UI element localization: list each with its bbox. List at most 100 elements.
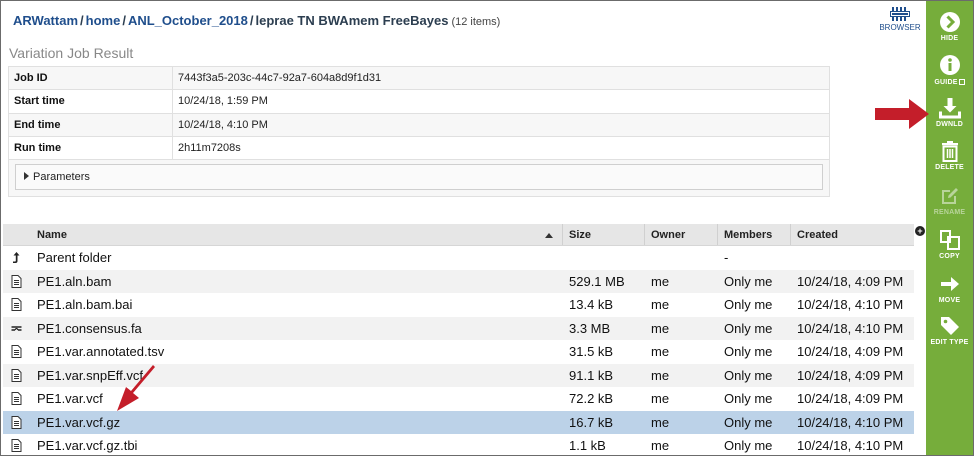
file-members: - bbox=[724, 250, 729, 265]
file-owner: me bbox=[651, 297, 670, 312]
file-owner: me bbox=[651, 391, 670, 406]
file-created: 10/24/18, 4:10 PM bbox=[797, 320, 904, 336]
copy-button[interactable]: COPY bbox=[926, 229, 973, 260]
file-row[interactable]: PE1.aln.bam.bai 13.4 kB me Only me 10/24… bbox=[3, 293, 914, 317]
parameters-toggle[interactable]: Parameters bbox=[15, 164, 823, 191]
parent-folder-row[interactable]: Parent folder - bbox=[3, 246, 914, 270]
file-name: PE1.consensus.fa bbox=[37, 320, 142, 336]
hide-label: HIDE bbox=[940, 35, 959, 42]
breadcrumb-separator: / bbox=[122, 13, 126, 28]
column-header-name[interactable]: Name bbox=[3, 224, 563, 245]
breadcrumb-separator: / bbox=[249, 13, 254, 28]
file-size: 72.2 kB bbox=[569, 391, 614, 406]
download-button[interactable]: DWNLD bbox=[926, 97, 973, 128]
copy-icon bbox=[939, 230, 960, 250]
job-value: 10/24/18, 1:59 PM bbox=[172, 89, 830, 114]
job-details-table: Job ID 7443f3a5-203c-44c7-92a7-604a8d9f1… bbox=[8, 65, 830, 198]
guide-button[interactable]: GUIDE bbox=[926, 54, 973, 86]
breadcrumb: ARWattam / home / ANL_October_2018/leprae TN… bbox=[13, 13, 500, 28]
job-row: Run time 2h11m7208s bbox=[8, 135, 830, 161]
breadcrumb-separator: / bbox=[80, 13, 84, 28]
edit-type-button[interactable]: EDIT TYPE bbox=[926, 315, 973, 346]
file-members: Only me bbox=[724, 344, 773, 359]
job-row: Job ID 7443f3a5-203c-44c7-92a7-604a8d9f1… bbox=[8, 65, 830, 91]
copy-label: COPY bbox=[939, 253, 960, 260]
browser-icon bbox=[890, 7, 910, 21]
file-size: 31.5 kB bbox=[569, 344, 614, 359]
file-row[interactable]: PE1.var.annotated.tsv 31.5 kB me Only me… bbox=[3, 340, 914, 364]
workspace-panel: ARWattam / home / ANL_October_2018/leprae TN… bbox=[1, 1, 973, 455]
column-header-size[interactable]: Size bbox=[563, 224, 645, 245]
column-header-members[interactable]: Members bbox=[718, 224, 791, 245]
file-row[interactable]: PE1.var.vcf.gz.tbi 1.1 kB me Only me 10/… bbox=[3, 434, 914, 455]
file-owner: me bbox=[651, 344, 670, 359]
file-name: PE1.var.vcf.gz.tbi bbox=[37, 438, 138, 453]
file-size: 3.3 MB bbox=[569, 320, 611, 336]
file-created: 10/24/18, 4:09 PM bbox=[797, 273, 904, 289]
file-members: Only me bbox=[724, 320, 773, 336]
file-name: PE1.var.vcf bbox=[37, 391, 103, 406]
file-row[interactable]: PE1.aln.bam 529.1 MB me Only me 10/24/18… bbox=[3, 269, 914, 293]
hide-button[interactable]: HIDE bbox=[926, 11, 973, 42]
file-members: Only me bbox=[724, 391, 773, 406]
file-created: 10/24/18, 4:09 PM bbox=[797, 344, 904, 359]
rename-label: RENAME bbox=[933, 209, 966, 216]
info-icon bbox=[939, 55, 960, 75]
breadcrumb-home[interactable]: home bbox=[86, 13, 121, 28]
file-name: Parent folder bbox=[37, 250, 112, 265]
file-name: PE1.var.annotated.tsv bbox=[37, 344, 165, 359]
file-members: Only me bbox=[724, 414, 773, 430]
rename-button[interactable]: RENAME bbox=[926, 185, 973, 216]
file-created: 10/24/18, 4:09 PM bbox=[797, 367, 904, 383]
breadcrumb-current: leprae TN BWAmem FreeBayes bbox=[255, 13, 449, 28]
file-size: 13.4 kB bbox=[569, 297, 614, 312]
column-header-created[interactable]: Created bbox=[791, 224, 914, 245]
browser-button[interactable]: BROWSER bbox=[875, 7, 925, 39]
external-link-icon bbox=[958, 79, 965, 85]
item-count: (12 items) bbox=[451, 16, 501, 28]
file-owner: me bbox=[651, 273, 670, 289]
file-created bbox=[791, 246, 914, 270]
job-key: Run time bbox=[8, 135, 173, 161]
job-row: Start time 10/24/18, 1:59 PM bbox=[8, 89, 830, 114]
sort-ascending-icon[interactable] bbox=[545, 233, 553, 238]
file-name: PE1.aln.bam.bai bbox=[37, 297, 133, 312]
file-size: 1.1 kB bbox=[569, 438, 606, 453]
file-name: PE1.var.snpEff.vcf bbox=[37, 367, 143, 383]
edit-icon bbox=[941, 188, 958, 204]
file-size: 16.7 kB bbox=[569, 414, 614, 430]
job-key: Start time bbox=[8, 89, 173, 114]
parameters-row: Parameters bbox=[8, 159, 830, 198]
breadcrumb-user[interactable]: ARWattam bbox=[13, 13, 78, 28]
file-grid-header: Name Size Owner Members Created bbox=[3, 224, 914, 246]
file-owner: me bbox=[651, 438, 670, 453]
file-created: 10/24/18, 4:10 PM bbox=[797, 438, 904, 453]
delete-button[interactable]: DELETE bbox=[926, 140, 973, 171]
job-result-title: Variation Job Result bbox=[9, 45, 134, 61]
file-members: Only me bbox=[724, 273, 773, 289]
move-button[interactable]: MOVE bbox=[926, 273, 973, 304]
file-members: Only me bbox=[724, 297, 773, 312]
file-size bbox=[563, 246, 645, 270]
edit-type-label: EDIT TYPE bbox=[930, 339, 969, 346]
parameters-label: Parameters bbox=[33, 171, 90, 184]
arrow-right-icon bbox=[940, 277, 959, 291]
move-label: MOVE bbox=[938, 297, 961, 304]
annotation-arrow-icon bbox=[117, 365, 155, 411]
file-list: Parent folder - PE1.aln.bam 529.1 MB me … bbox=[3, 246, 914, 455]
job-key: Job ID bbox=[8, 65, 173, 91]
file-row[interactable]: PE1.consensus.fa 3.3 MB me Only me 10/24… bbox=[3, 316, 914, 340]
file-owner: me bbox=[651, 320, 670, 336]
file-owner: me bbox=[651, 414, 670, 430]
trash-icon bbox=[941, 141, 958, 162]
download-label: DWNLD bbox=[935, 121, 964, 128]
parameters-cell: Parameters bbox=[8, 159, 830, 198]
breadcrumb-folder[interactable]: ANL_October_2018 bbox=[128, 13, 248, 28]
guide-label: GUIDE bbox=[934, 79, 958, 86]
job-value: 10/24/18, 4:10 PM bbox=[172, 112, 830, 137]
file-name: PE1.aln.bam bbox=[37, 273, 112, 289]
download-icon bbox=[938, 98, 961, 119]
column-header-owner[interactable]: Owner bbox=[645, 224, 718, 245]
browser-label: BROWSER bbox=[879, 23, 921, 32]
add-column-icon[interactable]: + bbox=[915, 226, 925, 236]
